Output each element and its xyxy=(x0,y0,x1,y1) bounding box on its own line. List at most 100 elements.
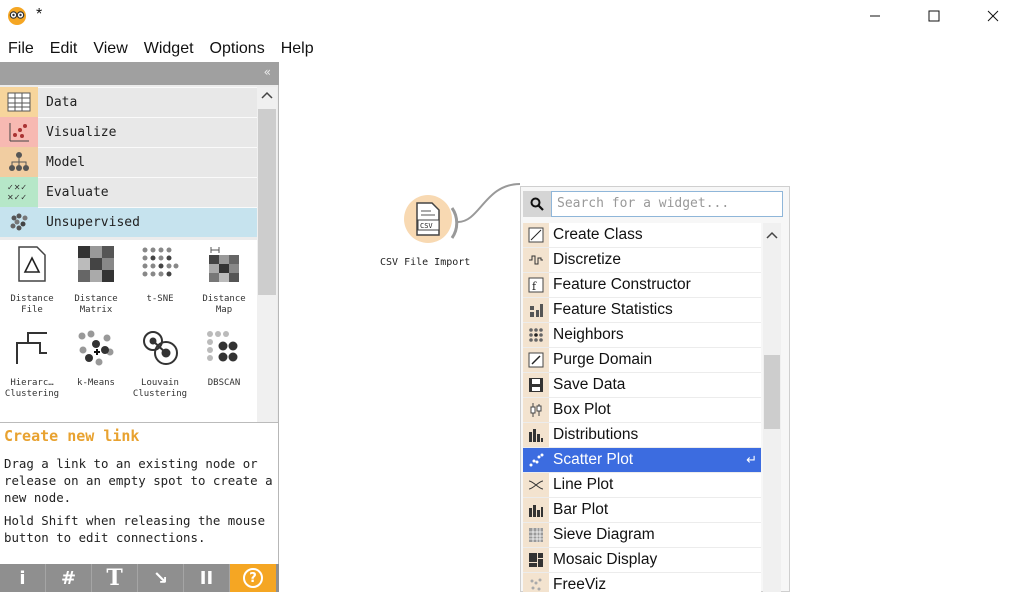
grid-button[interactable]: # xyxy=(46,564,92,592)
list-item[interactable]: f Feature Constructor xyxy=(523,273,761,298)
dock-scrollbar-thumb[interactable] xyxy=(258,109,276,295)
search-bar: Search for a widget... xyxy=(523,191,783,217)
list-item[interactable]: Save Data xyxy=(523,373,761,398)
list-item[interactable]: FreeViz xyxy=(523,573,761,592)
dbscan-icon xyxy=(204,328,244,368)
info-icon: i xyxy=(19,567,26,589)
arrow-annotation-button[interactable]: ↘ xyxy=(138,564,184,592)
svg-text:✕✓✓: ✕✓✓ xyxy=(7,193,27,202)
search-input[interactable]: Search for a widget... xyxy=(551,191,783,217)
chevron-up-icon[interactable] xyxy=(765,227,779,245)
menu-help[interactable]: Help xyxy=(273,36,322,62)
widget-list-scrollbar[interactable] xyxy=(763,223,781,592)
mosaic-display-icon xyxy=(523,548,549,572)
list-item[interactable]: Purge Domain xyxy=(523,348,761,373)
csv-file-import-node[interactable]: CSV xyxy=(404,195,452,243)
list-item-label: Discretize xyxy=(553,251,622,268)
pause-icon: II xyxy=(199,567,214,589)
list-item[interactable]: Neighbors xyxy=(523,323,761,348)
list-item-selected[interactable]: Scatter Plot ↵ xyxy=(523,448,761,473)
widget-label: t-SNE xyxy=(146,294,174,304)
menu-widget[interactable]: Widget xyxy=(136,36,202,62)
arrow-annotation-icon: ↘ xyxy=(152,567,169,589)
info-button[interactable]: i xyxy=(0,564,46,592)
help-title: Create new link xyxy=(4,427,140,445)
list-item-label: FreeViz xyxy=(553,576,607,592)
list-item[interactable]: Box Plot xyxy=(523,398,761,423)
menu-options[interactable]: Options xyxy=(202,36,273,62)
help-button[interactable]: ? xyxy=(230,564,276,592)
box-plot-icon xyxy=(523,398,549,422)
table-icon xyxy=(0,87,38,117)
help-text-shift: Hold Shift when releasing the mouse butt… xyxy=(4,513,266,545)
list-item[interactable]: Bar Plot xyxy=(523,498,761,523)
collapse-dock-button[interactable]: « xyxy=(264,65,271,79)
list-item[interactable]: Mosaic Display xyxy=(523,548,761,573)
tsne-icon xyxy=(140,244,180,284)
close-button[interactable] xyxy=(970,0,1016,32)
widget-list: Create Class Discretize f Feature Constr… xyxy=(523,223,761,592)
feature-constructor-icon: f xyxy=(523,273,549,297)
distance-file-icon xyxy=(12,244,52,284)
widget-label: DBSCAN xyxy=(207,378,241,388)
widget-distance-file[interactable]: Distance File xyxy=(0,240,64,320)
feature-statistics-icon xyxy=(523,298,549,322)
category-label: Model xyxy=(38,147,257,177)
text-annotation-button[interactable]: T xyxy=(92,564,138,592)
widget-label: Hierarc… Clustering xyxy=(4,378,60,399)
category-label: Evaluate xyxy=(38,177,257,207)
chevron-up-icon[interactable] xyxy=(260,90,274,104)
widget-label: k-Means xyxy=(77,378,115,388)
widget-distance-map[interactable]: Distance Map xyxy=(192,240,256,320)
list-item[interactable]: Sieve Diagram xyxy=(523,523,761,548)
dock-scrollbar[interactable] xyxy=(257,87,277,477)
list-item[interactable]: Feature Statistics xyxy=(523,298,761,323)
category-visualize[interactable]: Visualize xyxy=(0,117,257,147)
widget-dbscan[interactable]: DBSCAN xyxy=(192,324,256,404)
csv-file-icon: CSV xyxy=(416,202,440,236)
category-evaluate[interactable]: ✓✕✓ ✕✓✓ Evaluate xyxy=(0,177,257,207)
widget-tsne[interactable]: t-SNE xyxy=(128,240,192,320)
category-model[interactable]: Model xyxy=(0,147,257,177)
menu-edit[interactable]: Edit xyxy=(42,36,86,62)
category-unsupervised[interactable]: Unsupervised xyxy=(0,207,257,237)
list-item-label: Purge Domain xyxy=(553,351,653,368)
purge-domain-icon xyxy=(523,348,549,372)
pause-button[interactable]: II xyxy=(184,564,230,592)
list-item[interactable]: Discretize xyxy=(523,248,761,273)
list-item-label: Create Class xyxy=(553,226,643,243)
window-title: * xyxy=(36,6,43,23)
widget-hierarchical-clustering[interactable]: Hierarc… Clustering xyxy=(0,324,64,404)
line-plot-icon xyxy=(523,473,549,497)
category-data[interactable]: Data xyxy=(0,87,257,117)
widget-louvain-clustering[interactable]: Louvain Clustering xyxy=(128,324,192,404)
list-item[interactable]: Create Class xyxy=(523,223,761,248)
text-annotation-icon: T xyxy=(106,565,123,591)
maximize-button[interactable] xyxy=(911,0,957,32)
menu-view[interactable]: View xyxy=(85,36,135,62)
widget-label: Distance File xyxy=(10,294,54,315)
minimize-button[interactable] xyxy=(852,0,898,32)
list-item[interactable]: Distributions xyxy=(523,423,761,448)
list-item[interactable]: Line Plot xyxy=(523,473,761,498)
neighbors-icon xyxy=(523,323,549,347)
title-bar: * xyxy=(0,0,1024,34)
list-item-label: Save Data xyxy=(553,376,626,393)
list-item-label: Sieve Diagram xyxy=(553,526,655,543)
grid-icon: # xyxy=(60,567,77,589)
widget-kmeans[interactable]: k-Means xyxy=(64,324,128,404)
menu-file[interactable]: File xyxy=(0,36,42,62)
widget-label: Louvain Clustering xyxy=(132,378,188,399)
sieve-diagram-icon xyxy=(523,523,549,547)
scatter-plot-icon xyxy=(523,448,549,472)
louvain-icon xyxy=(140,328,180,368)
widget-label: Distance Map xyxy=(202,294,246,315)
category-label: Unsupervised xyxy=(38,207,257,237)
search-icon xyxy=(523,191,551,217)
widget-distance-matrix[interactable]: Distance Matrix xyxy=(64,240,128,320)
widget-dock: « Data Visualize Model ✓✕✓ ✕✓✓ Evaluate … xyxy=(0,62,279,592)
list-item-label: Neighbors xyxy=(553,326,624,343)
widget-list-scrollbar-thumb[interactable] xyxy=(764,355,780,429)
list-item-label: Feature Statistics xyxy=(553,301,673,318)
save-data-icon xyxy=(523,373,549,397)
